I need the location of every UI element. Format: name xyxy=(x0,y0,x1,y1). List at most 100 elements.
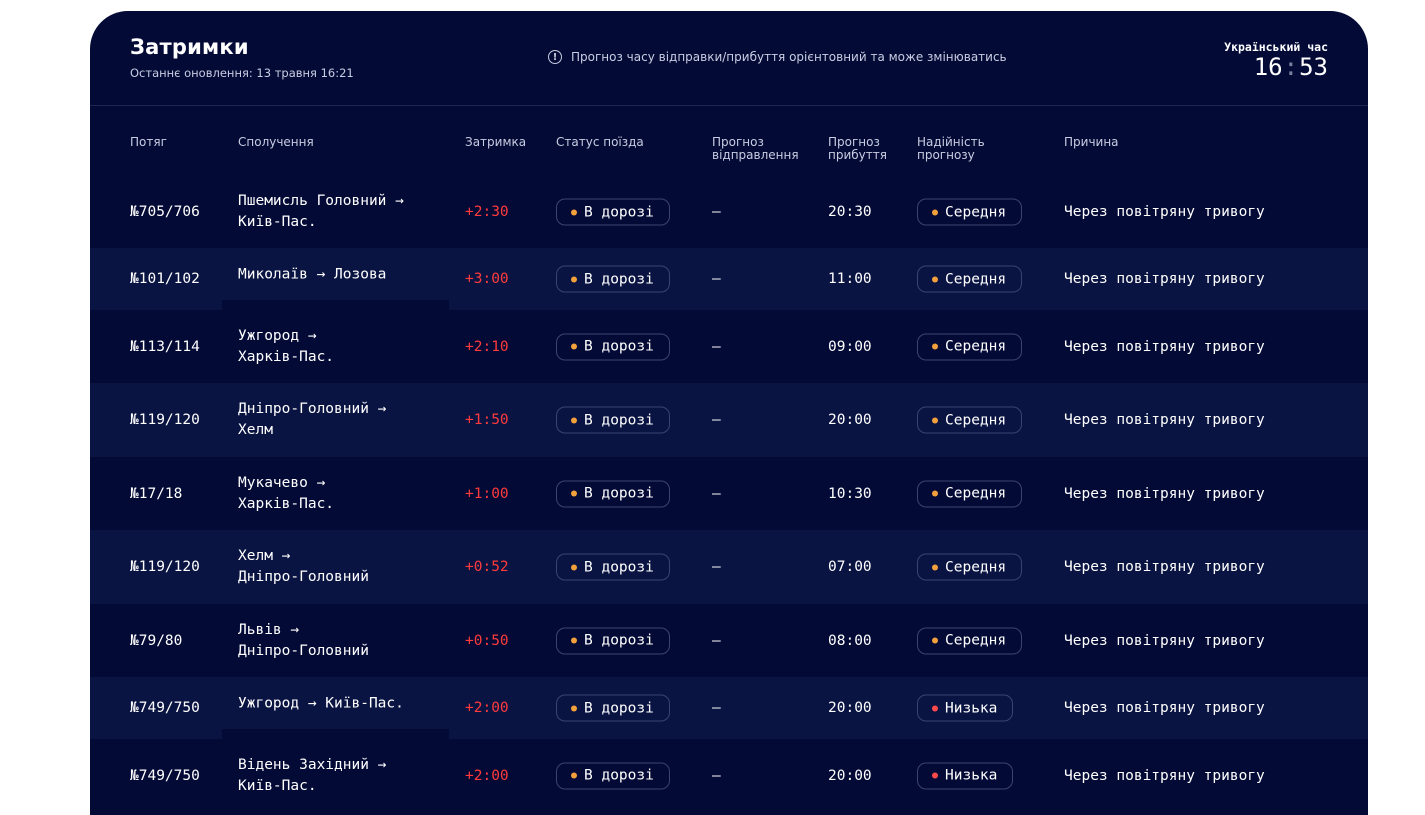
reliability-badge: Середня xyxy=(917,198,1023,226)
reliability-text: Середня xyxy=(945,559,1007,575)
delays-board: Затримки Останнє оновлення: 13 травня 16… xyxy=(90,11,1368,815)
status-text: В дорозі xyxy=(584,412,654,428)
info-icon: ! xyxy=(548,50,562,64)
delay: +2:30 xyxy=(465,204,509,220)
departure-forecast: — xyxy=(712,485,721,502)
delay: +3:00 xyxy=(465,271,509,287)
train-number: №101/102 xyxy=(130,271,200,287)
arrival-forecast: 20:00 xyxy=(828,412,872,428)
reliability-dot-icon xyxy=(932,490,938,497)
clock-hours: 16 xyxy=(1253,53,1283,81)
arrival-forecast: 20:00 xyxy=(828,767,872,784)
reliability-badge: Низька xyxy=(917,762,1014,789)
page-title: Затримки xyxy=(130,35,249,59)
delay: +1:50 xyxy=(465,412,509,428)
status-badge: В дорозі xyxy=(556,694,670,722)
reliability-text: Низька xyxy=(945,767,998,784)
table-row[interactable]: №119/120 Дніпро-Головний → Хелм +1:50 В … xyxy=(90,383,1368,457)
delay: +2:00 xyxy=(465,700,509,716)
status-badge: В дорозі xyxy=(556,406,670,434)
status-dot-icon xyxy=(571,637,577,644)
delay: +1:00 xyxy=(465,485,509,502)
status-badge: В дорозі xyxy=(556,762,670,789)
departure-forecast: — xyxy=(712,700,721,716)
arrival-forecast: 10:30 xyxy=(828,485,872,502)
reliability-dot-icon xyxy=(932,343,938,350)
table-row[interactable]: №79/80 Львів → Дніпро-Головний +0:50 В д… xyxy=(90,604,1368,677)
reliability-text: Середня xyxy=(945,485,1007,502)
status-badge: В дорозі xyxy=(556,198,670,226)
status-badge: В дорозі xyxy=(556,480,670,507)
status-text: В дорозі xyxy=(584,767,654,784)
train-number: №113/114 xyxy=(130,338,200,355)
reliability-text: Середня xyxy=(945,632,1007,649)
status-dot-icon xyxy=(571,490,577,497)
reason: Через повітряну тривогу xyxy=(1064,338,1265,355)
departure-forecast: — xyxy=(712,338,721,355)
route: Ужгород → Харків-Пас. xyxy=(238,327,335,365)
status-text: В дорозі xyxy=(584,271,654,287)
table-row[interactable]: №17/18 Мукачево → Харків-Пас. +1:00 В до… xyxy=(90,457,1368,530)
arrival-forecast: 07:00 xyxy=(828,559,872,575)
reliability-text: Середня xyxy=(945,412,1007,428)
reliability-text: Середня xyxy=(945,338,1007,355)
arrival-forecast: 11:00 xyxy=(828,271,872,287)
reliability-dot-icon xyxy=(932,705,938,711)
route: Ужгород → Київ-Пас. xyxy=(238,695,404,712)
train-number: №119/120 xyxy=(130,559,200,575)
train-number: №119/120 xyxy=(130,412,200,428)
column-header-train: Потяг xyxy=(130,135,167,149)
reliability-badge: Середня xyxy=(917,333,1023,360)
route: Дніпро-Головний → Хелм xyxy=(238,401,387,438)
train-number: №79/80 xyxy=(130,632,183,649)
status-dot-icon xyxy=(571,209,577,215)
column-header-arrival: Прогноз прибуття xyxy=(828,135,887,162)
delay: +0:50 xyxy=(465,632,509,649)
reliability-dot-icon xyxy=(932,637,938,644)
route: Відень Західний → Київ-Пас. xyxy=(238,756,387,794)
column-header-reason: Причина xyxy=(1064,135,1119,149)
table-row[interactable]: №101/102 Миколаїв → Лозова +3:00 В дороз… xyxy=(90,248,1368,310)
status-dot-icon xyxy=(571,564,577,570)
delays-table: №705/706 Пшемисль Головний → Київ-Пас. +… xyxy=(90,176,1368,812)
reliability-dot-icon xyxy=(932,276,938,282)
table-row[interactable]: №705/706 Пшемисль Головний → Київ-Пас. +… xyxy=(90,176,1368,248)
reliability-text: Середня xyxy=(945,204,1007,220)
departure-forecast: — xyxy=(712,271,721,287)
status-dot-icon xyxy=(571,772,577,779)
table-row[interactable]: №749/750 Ужгород → Київ-Пас. +2:00 В дор… xyxy=(90,677,1368,739)
table-row[interactable]: №749/750 Відень Західний → Київ-Пас. +2:… xyxy=(90,739,1368,812)
train-number: №17/18 xyxy=(130,485,183,502)
reliability-badge: Середня xyxy=(917,406,1023,434)
reason: Через повітряну тривогу xyxy=(1064,204,1265,220)
status-dot-icon xyxy=(571,276,577,282)
status-dot-icon xyxy=(571,343,577,350)
clock-label: Український час xyxy=(1224,40,1328,54)
reason: Через повітряну тривогу xyxy=(1064,485,1265,502)
arrival-forecast: 20:30 xyxy=(828,204,872,220)
column-header-status: Статус поїзда xyxy=(556,135,644,149)
reliability-dot-icon xyxy=(932,564,938,570)
reason: Через повітряну тривогу xyxy=(1064,559,1265,575)
status-text: В дорозі xyxy=(584,559,654,575)
reliability-dot-icon xyxy=(932,417,938,423)
status-text: В дорозі xyxy=(584,485,654,502)
reason: Через повітряну тривогу xyxy=(1064,632,1265,649)
status-text: В дорозі xyxy=(584,204,654,220)
delay: +2:10 xyxy=(465,338,509,355)
column-header-reliability: Надійність прогнозу xyxy=(917,135,985,162)
train-number: №749/750 xyxy=(130,767,200,784)
table-row[interactable]: №113/114 Ужгород → Харків-Пас. +2:10 В д… xyxy=(90,310,1368,383)
route: Хелм → Дніпро-Головний xyxy=(238,548,369,585)
status-text: В дорозі xyxy=(584,700,654,716)
reliability-dot-icon xyxy=(932,772,938,779)
status-badge: В дорозі xyxy=(556,333,670,360)
departure-forecast: — xyxy=(712,412,721,428)
ukrainian-clock: 16 : 53 xyxy=(1254,53,1328,81)
status-badge: В дорозі xyxy=(556,553,670,581)
column-header-delay: Затримка xyxy=(465,135,527,149)
table-row[interactable]: №119/120 Хелм → Дніпро-Головний +0:52 В … xyxy=(90,530,1368,604)
column-header-route: Сполучення xyxy=(238,135,314,149)
reliability-badge: Середня xyxy=(917,553,1023,581)
reliability-badge: Середня xyxy=(917,627,1023,654)
